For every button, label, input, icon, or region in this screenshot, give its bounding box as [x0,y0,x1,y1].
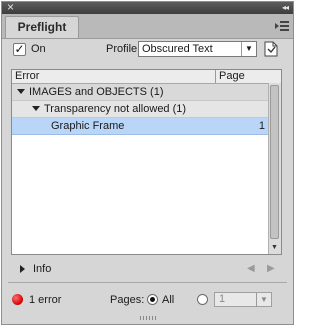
panel-menu-icon[interactable] [275,20,289,32]
pages-label: Pages: [110,294,145,306]
error-list: Error Page IMAGES and OBJECTS (1) Transp… [11,69,282,255]
divider [8,282,287,283]
previous-error-icon[interactable]: ◀ [247,263,255,274]
scrollbar-thumb[interactable] [270,85,279,239]
profile-value: Obscured Text [142,43,213,55]
menu-line [280,25,289,27]
row-label: Transparency not allowed (1) [44,103,187,115]
profile-select[interactable]: Obscured Text ▼ [138,41,257,57]
page-range-select[interactable]: 1 ▼ [214,292,272,307]
on-label: On [31,43,46,55]
close-icon[interactable]: × [7,0,14,14]
row-label: IMAGES and OBJECTS (1) [29,86,164,98]
chevron-down-icon[interactable]: ▼ [256,293,271,307]
list-item-group[interactable]: IMAGES and OBJECTS (1) [12,84,269,101]
pages-range-radio[interactable] [197,294,208,305]
chevron-down-icon[interactable]: ▼ [241,42,256,56]
profile-label: Profile: [106,43,141,55]
disclosure-triangle-icon[interactable] [32,106,40,111]
column-divider[interactable] [215,70,216,83]
list-item-selected[interactable]: Graphic Frame 1 [12,118,269,135]
scroll-down-icon[interactable]: ▼ [269,242,280,254]
next-error-icon[interactable]: ▶ [267,263,275,274]
row-label: Graphic Frame [51,120,125,132]
resize-grip-icon[interactable] [140,316,158,320]
row-page: 1 [258,120,265,132]
list-item-subgroup[interactable]: Transparency not allowed (1) [12,101,269,118]
disclosure-triangle-icon[interactable] [17,89,25,94]
pages-all-label: All [162,294,175,306]
tab-strip: Preflight [2,14,293,39]
info-label[interactable]: Info [33,263,51,275]
vertical-scrollbar[interactable]: ▼ [268,83,281,254]
collapse-icon[interactable]: ◂◂ [282,1,289,14]
menu-arrow-icon [275,23,279,29]
page-range-value: 1 [219,293,226,305]
menu-line [280,21,289,23]
preflight-panel: × ◂◂ Preflight ✓ On Profile: Obscured Te… [1,0,294,325]
info-disclosure-icon[interactable] [20,265,25,273]
error-status-icon [12,294,23,305]
column-header-page[interactable]: Page [219,70,245,83]
tab-preflight[interactable]: Preflight [5,16,79,38]
pages-all-radio[interactable] [147,294,158,305]
list-header: Error Page [12,70,281,84]
define-profiles-icon[interactable] [262,40,280,58]
menu-line [280,29,289,31]
on-checkbox[interactable]: ✓ [13,43,26,56]
column-header-error[interactable]: Error [15,70,39,83]
error-count: 1 error [29,294,62,306]
